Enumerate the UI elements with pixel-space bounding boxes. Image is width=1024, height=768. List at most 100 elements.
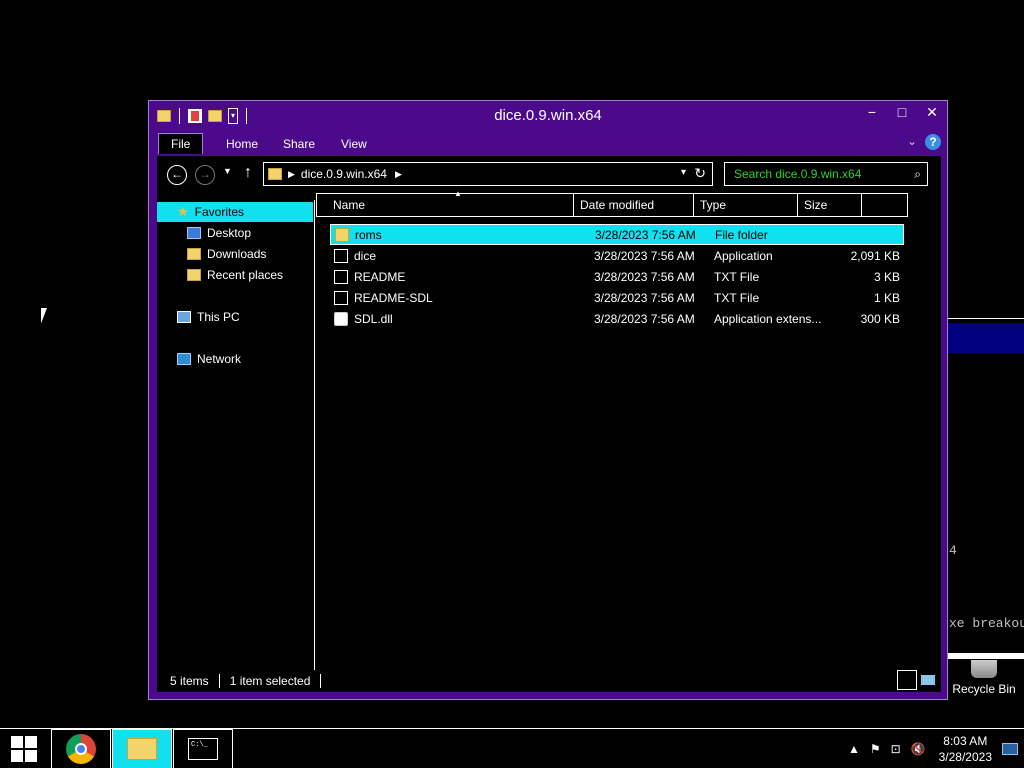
recycle-bin-icon <box>971 660 997 678</box>
tab-share[interactable]: Share <box>275 134 323 154</box>
taskbar-command-prompt[interactable]: C:\_ <box>173 729 233 768</box>
taskbar-chrome[interactable] <box>51 729 111 768</box>
file-size: 3 KB <box>873 269 900 284</box>
file-date: 3/28/2023 7:56 AM <box>594 248 695 263</box>
file-explorer-icon <box>127 738 157 760</box>
explorer-window: ▾ dice.0.9.win.x64 − □ ✕ File Home Share… <box>148 100 948 700</box>
file-row-readme[interactable]: README 3/28/2023 7:56 AM TXT File 3 KB <box>330 266 904 287</box>
nav-favorites[interactable]: ★ Favorites <box>157 202 313 222</box>
details-view-button[interactable] <box>897 670 917 690</box>
nav-recent-places[interactable]: Recent places <box>187 265 283 285</box>
downloads-icon <box>187 248 201 260</box>
column-header-name[interactable]: Name <box>317 194 574 216</box>
taskbar-file-explorer[interactable] <box>112 729 172 768</box>
column-header-spacer <box>862 194 875 216</box>
chrome-icon <box>66 734 96 764</box>
windows-logo-icon <box>11 736 37 762</box>
console-scrollbar[interactable] <box>947 653 1024 659</box>
nav-downloads[interactable]: Downloads <box>187 244 266 264</box>
show-hidden-icons-icon[interactable]: ▲ <box>848 742 860 756</box>
start-button[interactable] <box>0 729 48 768</box>
refresh-icon[interactable]: ↻ <box>694 165 706 182</box>
action-center-flag-icon[interactable]: ⚑ <box>870 742 881 756</box>
recent-places-icon <box>187 269 201 281</box>
file-row-roms[interactable]: roms 3/28/2023 7:56 AM File folder <box>330 224 904 245</box>
address-dropdown-icon[interactable]: ▾ <box>681 167 686 178</box>
tab-home[interactable]: Home <box>218 134 266 154</box>
breadcrumb-chevron-icon[interactable]: ▶ <box>395 169 402 180</box>
nav-this-pc[interactable]: This PC <box>177 307 240 327</box>
nav-label: Favorites <box>194 205 245 219</box>
clock-time: 8:03 AM <box>943 734 988 748</box>
nav-label: Desktop <box>207 226 252 240</box>
title-bar[interactable]: ▾ dice.0.9.win.x64 − □ ✕ <box>149 101 947 131</box>
back-button[interactable]: ← <box>167 165 187 185</box>
console-title-bar[interactable] <box>947 323 1024 353</box>
nav-label: Downloads <box>207 247 267 261</box>
up-button[interactable]: ↑ <box>244 164 252 182</box>
window-title: dice.0.9.win.x64 <box>494 107 602 124</box>
text-file-icon <box>334 290 348 305</box>
file-type: TXT File <box>714 290 760 305</box>
maximize-button[interactable]: □ <box>887 101 917 123</box>
network-icon <box>177 353 191 365</box>
file-name: dice <box>354 248 377 263</box>
clock-date: 3/28/2023 <box>938 750 992 764</box>
column-header-type[interactable]: Type <box>694 194 798 216</box>
recycle-bin-shortcut[interactable]: Recycle Bin <box>944 660 1024 696</box>
file-size: 2,091 KB <box>850 248 900 263</box>
search-input[interactable]: Search dice.0.9.win.x64 ⌕ <box>724 162 928 186</box>
volume-muted-icon[interactable]: 🔇 <box>911 742 926 756</box>
recent-locations-dropdown[interactable]: ▼ <box>223 166 232 176</box>
application-icon <box>334 248 348 263</box>
background-console-window[interactable]: 4 xe breakou <box>947 318 1024 659</box>
dll-icon <box>334 311 348 326</box>
file-row-dice[interactable]: dice 3/28/2023 7:56 AM Application 2,091… <box>330 245 904 266</box>
column-header-date[interactable]: Date modified <box>574 194 694 216</box>
nav-label: Network <box>197 352 242 366</box>
selection-count: 1 item selected <box>229 674 311 688</box>
file-type: File folder <box>715 227 768 242</box>
minimize-button[interactable]: − <box>857 101 887 123</box>
file-type: Application extens... <box>714 311 822 326</box>
nav-label: Recent places <box>207 268 284 282</box>
close-button[interactable]: ✕ <box>917 101 947 123</box>
nav-desktop[interactable]: Desktop <box>187 223 251 243</box>
star-icon: ★ <box>177 204 189 219</box>
file-row-readme-sdl[interactable]: README-SDL 3/28/2023 7:56 AM TXT File 1 … <box>330 287 904 308</box>
breadcrumb-current[interactable]: dice.0.9.win.x64 <box>301 167 387 181</box>
help-icon[interactable]: ? <box>925 134 941 150</box>
desktop-icon <box>187 227 201 239</box>
file-name: roms <box>355 227 382 242</box>
network-status-icon[interactable]: ⊡ <box>891 742 901 756</box>
file-type: TXT File <box>714 269 760 284</box>
file-size: 1 KB <box>873 290 900 305</box>
tab-view[interactable]: View <box>333 134 375 154</box>
file-row-sdl-dll[interactable]: SDL.dll 3/28/2023 7:56 AM Application ex… <box>330 308 904 329</box>
explorer-content: ← → ▼ ↑ ▶ dice.0.9.win.x64 ▶ ▾ ↻ Search … <box>157 156 941 692</box>
mouse-pointer-icon <box>39 308 47 326</box>
status-divider <box>320 674 322 688</box>
tab-file[interactable]: File <box>158 133 204 154</box>
show-desktop-icon[interactable] <box>1002 743 1018 755</box>
nav-network[interactable]: Network <box>177 349 241 369</box>
expand-ribbon-icon[interactable]: ⌄ <box>907 134 917 148</box>
computer-icon <box>177 311 191 323</box>
file-date: 3/28/2023 7:56 AM <box>594 290 695 305</box>
address-bar[interactable]: ▶ dice.0.9.win.x64 ▶ ▾ ↻ <box>263 162 713 186</box>
forward-button[interactable]: → <box>195 165 215 185</box>
folder-icon <box>335 227 349 242</box>
search-icon[interactable]: ⌕ <box>914 163 921 185</box>
column-header-size[interactable]: Size <box>798 194 862 216</box>
column-header-row: Name Date modified Type Size <box>316 193 908 217</box>
file-name: SDL.dll <box>354 311 393 326</box>
folder-icon <box>268 168 282 180</box>
file-list: ▲ Name Date modified Type Size roms 3/28… <box>316 189 941 670</box>
file-date: 3/28/2023 7:56 AM <box>594 311 695 326</box>
large-icons-view-button[interactable] <box>921 675 935 685</box>
command-prompt-icon: C:\_ <box>188 738 218 760</box>
breadcrumb-chevron-icon[interactable]: ▶ <box>288 169 295 180</box>
clock[interactable]: 8:03 AM 3/28/2023 <box>939 733 992 765</box>
file-type: Application <box>714 248 773 263</box>
status-divider <box>218 674 220 688</box>
